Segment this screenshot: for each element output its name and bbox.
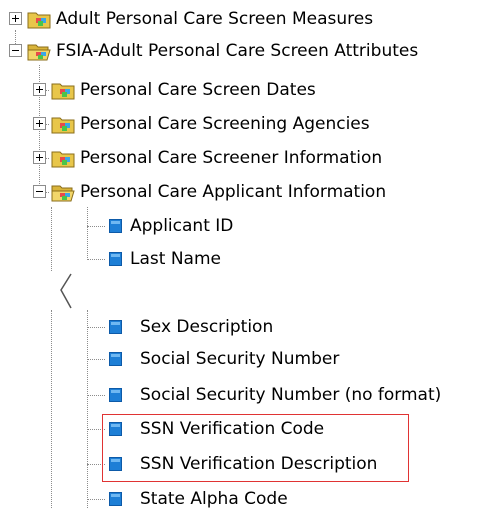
tree-node-screen-attributes[interactable]: FSIA-Adult Personal Care Screen Attribut… <box>0 36 498 66</box>
attribute-icon <box>109 252 122 266</box>
cube-folder-icon <box>51 83 75 100</box>
cube-folder-icon <box>51 151 75 168</box>
tree-node-label: Personal Care Screen Dates <box>80 80 316 100</box>
tree-node-screening-agencies[interactable]: Personal Care Screening Agencies <box>0 109 498 139</box>
tree-node-label: Personal Care Applicant Information <box>80 182 387 202</box>
tree-view: Adult Personal Care Screen Measures FSIA… <box>0 0 498 509</box>
tree-leaf-social-security-number[interactable]: Social Security Number <box>0 344 498 374</box>
tree-leaf-label: State Alpha Code <box>140 489 288 509</box>
tree-node-label: Adult Personal Care Screen Measures <box>56 9 374 29</box>
tree-leaf-ssn-no-format[interactable]: Social Security Number (no format) <box>0 380 498 410</box>
tree-leaf-applicant-id[interactable]: Applicant ID <box>0 211 498 241</box>
open-folder-icon <box>27 44 51 61</box>
collapse-button[interactable] <box>33 185 46 198</box>
tree-leaf-sex-description[interactable]: Sex Description <box>0 312 498 342</box>
attribute-icon <box>109 388 122 402</box>
tree-node-label: Personal Care Screening Agencies <box>80 114 370 134</box>
highlight-box <box>102 414 409 482</box>
tree-node-screen-measures[interactable]: Adult Personal Care Screen Measures <box>0 4 498 34</box>
expand-button[interactable] <box>33 151 46 164</box>
collapse-button[interactable] <box>9 44 22 57</box>
open-folder-icon <box>51 185 75 202</box>
attribute-icon <box>109 352 122 366</box>
cube-folder-icon <box>51 117 75 134</box>
expand-button[interactable] <box>33 117 46 130</box>
expand-button[interactable] <box>9 12 22 25</box>
tree-leaf-label: Applicant ID <box>130 216 234 236</box>
tree-node-label: FSIA-Adult Personal Care Screen Attribut… <box>56 41 419 61</box>
tree-node-screen-dates[interactable]: Personal Care Screen Dates <box>0 75 498 105</box>
tree-leaf-label: Last Name <box>130 249 221 269</box>
tree-node-label: Personal Care Screener Information <box>80 148 383 168</box>
cube-folder-icon <box>27 12 51 29</box>
tree-leaf-state-alpha-code[interactable]: State Alpha Code <box>0 484 498 514</box>
attribute-icon <box>109 219 122 233</box>
tree-node-screener-information[interactable]: Personal Care Screener Information <box>0 143 498 173</box>
attribute-icon <box>109 320 122 334</box>
tree-leaf-last-name[interactable]: Last Name <box>0 244 498 274</box>
expand-button[interactable] <box>33 83 46 96</box>
break-marker <box>60 273 72 309</box>
tree-leaf-label: Sex Description <box>140 317 274 337</box>
tree-leaf-label: Social Security Number <box>140 349 340 369</box>
tree-node-applicant-information[interactable]: Personal Care Applicant Information <box>0 177 498 207</box>
attribute-icon <box>109 492 122 506</box>
tree-leaf-label: Social Security Number (no format) <box>140 385 442 405</box>
